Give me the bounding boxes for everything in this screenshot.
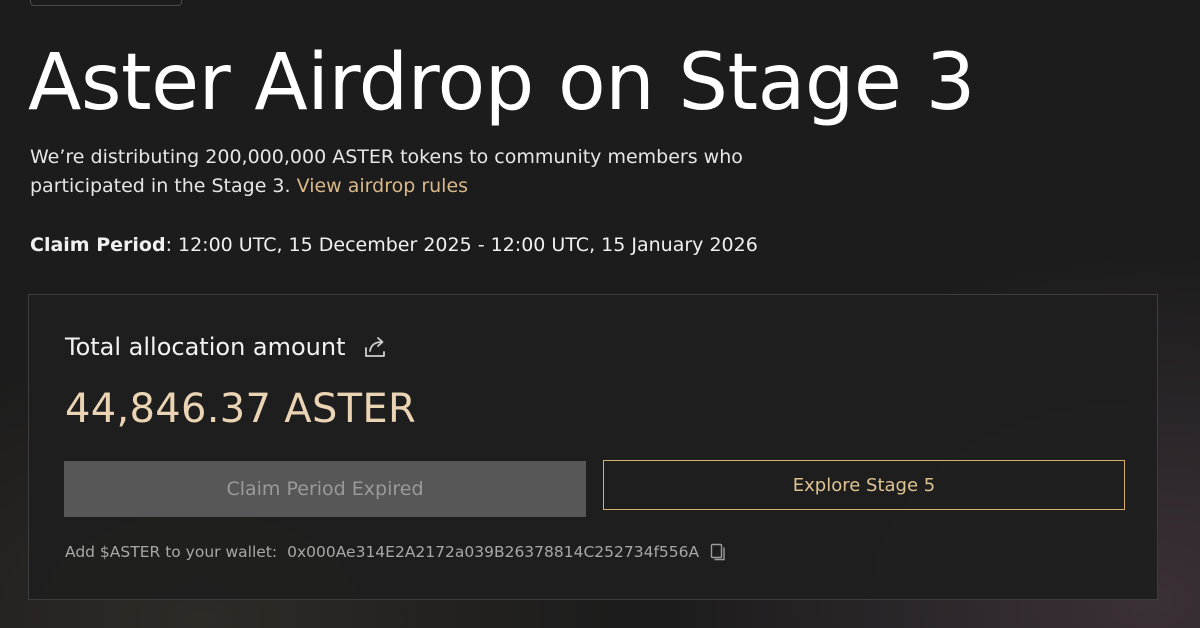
allocation-amount: 44,846.37 ASTER bbox=[65, 386, 417, 432]
contract-address[interactable]: 0x000Ae314E2A2172a039B26378814C252734f55… bbox=[287, 541, 699, 563]
wallet-label: Add $ASTER to your wallet: bbox=[65, 543, 278, 561]
allocation-card: Total allocation amount 44,846.37 ASTER … bbox=[28, 294, 1158, 600]
view-airdrop-rules-link[interactable]: View airdrop rules bbox=[297, 175, 468, 197]
allocation-title-row: Total allocation amount bbox=[65, 331, 388, 363]
airdrop-description: We’re distributing 200,000,000 ASTER tok… bbox=[30, 143, 830, 201]
claim-period: Claim Period: 12:00 UTC, 15 December 202… bbox=[30, 231, 758, 259]
wallet-row: Add $ASTER to your wallet: 0x000Ae314E2A… bbox=[65, 541, 727, 563]
explore-stage-5-button[interactable]: Explore Stage 5 bbox=[603, 460, 1125, 510]
copy-icon[interactable] bbox=[709, 543, 727, 561]
claim-period-expired-button[interactable]: Claim Period Expired bbox=[64, 461, 586, 517]
claim-period-label: Claim Period bbox=[30, 234, 166, 256]
page-title: Aster Airdrop on Stage 3 bbox=[28, 38, 975, 128]
top-tab-edge bbox=[30, 0, 182, 6]
allocation-title: Total allocation amount bbox=[65, 333, 346, 361]
share-icon[interactable] bbox=[362, 334, 388, 360]
claim-period-value: : 12:00 UTC, 15 December 2025 - 12:00 UT… bbox=[165, 234, 758, 256]
